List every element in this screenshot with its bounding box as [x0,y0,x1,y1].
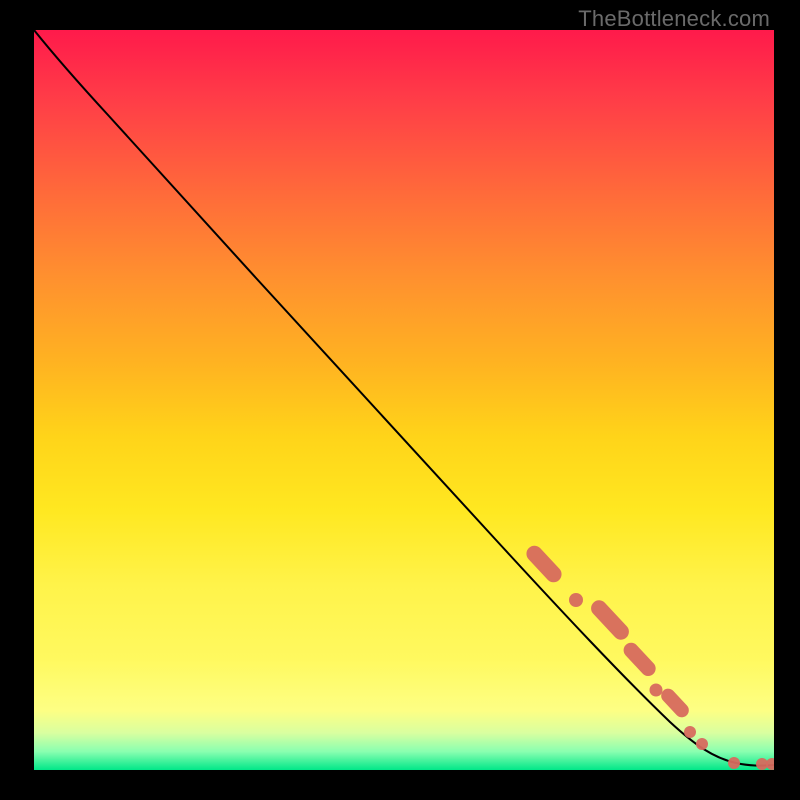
plot-area [34,30,774,770]
marker-pill [621,640,659,679]
marker-pill [588,597,632,643]
marker-dot [650,684,663,697]
chart-frame: TheBottleneck.com [0,0,800,800]
bottleneck-curve-path [34,30,774,766]
chart-svg [34,30,774,770]
marker-pill [523,542,565,585]
watermark-label: TheBottleneck.com [578,6,770,32]
marker-dot [569,593,583,607]
marker-group [523,542,774,770]
marker-dot [728,757,740,769]
marker-dot [696,738,708,750]
marker-dot [684,726,696,738]
marker-dot [766,758,774,770]
